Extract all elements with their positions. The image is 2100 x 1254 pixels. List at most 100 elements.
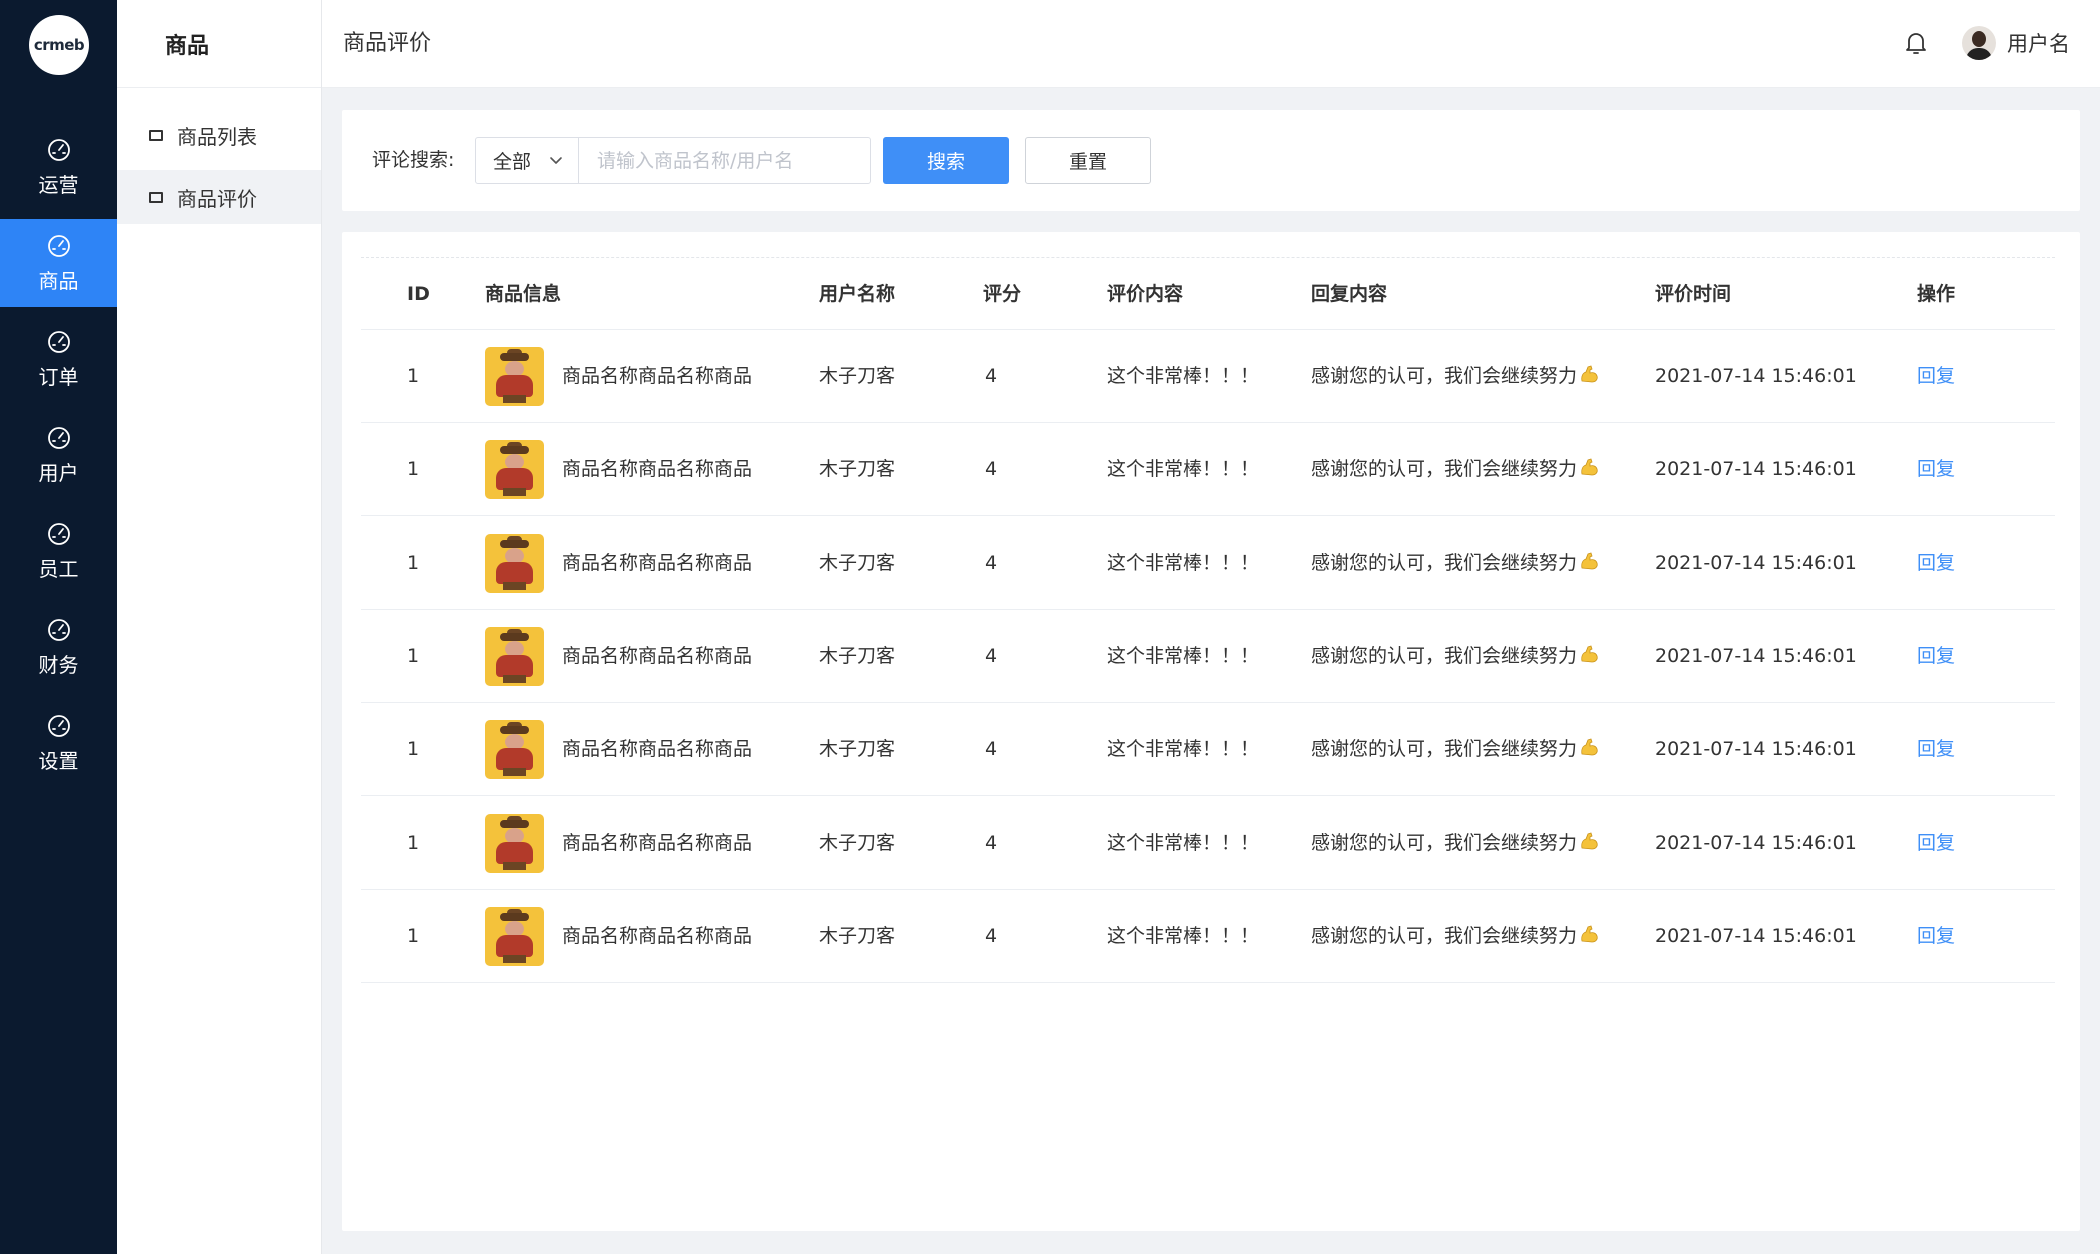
col-reply: 回复内容 xyxy=(1311,283,1388,305)
window-icon xyxy=(149,129,163,141)
cell-reply: 感谢您的认可，我们会继续努力 xyxy=(1311,610,1599,703)
cell-time: 2021-07-14 15:46:01 xyxy=(1655,458,1857,481)
product-thumbnail[interactable] xyxy=(485,533,544,593)
reply-text: 感谢您的认可，我们会继续努力 xyxy=(1311,924,1578,947)
cell-username: 木子刀客 xyxy=(819,644,896,667)
product-thumbnail[interactable] xyxy=(485,720,544,780)
cell-username: 木子刀客 xyxy=(819,738,896,761)
reply-text: 感谢您的认可，我们会继续努力 xyxy=(1311,365,1578,387)
reply-link[interactable]: 回复 xyxy=(1917,703,1955,796)
table-row: 1 商品名称商品名称商品 木子刀客 4 这个非常棒！！！ 感谢您的认可，我们会继续努力 20… xyxy=(361,423,2055,517)
rail-item-label: 财务 xyxy=(38,652,79,677)
cell-score: 4 xyxy=(985,738,998,761)
product-thumbnail[interactable] xyxy=(485,347,544,406)
cell-product-name: 商品名称商品名称商品 xyxy=(562,924,753,947)
col-time: 评价时间 xyxy=(1655,283,1732,305)
reply-text: 感谢您的认可，我们会继续努力 xyxy=(1311,738,1578,761)
cell-reply: 感谢您的认可，我们会继续努力 xyxy=(1311,330,1599,423)
col-score: 评分 xyxy=(983,283,1022,305)
cell-product-name: 商品名称商品名称商品 xyxy=(562,365,753,387)
table-header: ID 商品信息 用户名称 评分 评价内容 回复内容 评价时间 操作 xyxy=(361,258,2055,330)
cell-time: 2021-07-14 15:46:01 xyxy=(1655,644,1857,667)
search-button[interactable]: 搜索 xyxy=(883,137,1009,184)
cell-score: 4 xyxy=(985,458,998,481)
cell-time: 2021-07-14 15:46:01 xyxy=(1655,831,1857,854)
table-row: 1 商品名称商品名称商品 木子刀客 4 这个非常棒！！！ 感谢您的认可，我们会继续努力 20… xyxy=(361,703,2055,797)
rail-item-label: 用户 xyxy=(38,460,79,485)
rail-item[interactable]: 运营 xyxy=(0,123,117,211)
search-label: 评论搜索: xyxy=(372,149,455,171)
rail-item[interactable]: 订单 xyxy=(0,315,117,403)
cell-score: 4 xyxy=(985,365,998,387)
rail-item[interactable]: 设置 xyxy=(0,699,117,787)
reply-link[interactable]: 回复 xyxy=(1917,797,1955,890)
table-row: 1 商品名称商品名称商品 木子刀客 4 这个非常棒！！！ 感谢您的认可，我们会继续努力 20… xyxy=(361,330,2055,423)
submenu-item[interactable]: 商品列表 xyxy=(117,108,321,162)
window-icon xyxy=(149,191,163,203)
crmeb-logo[interactable]: crmeb xyxy=(29,15,89,75)
product-thumbnail[interactable] xyxy=(485,813,544,873)
bell-icon[interactable] xyxy=(1904,30,1928,56)
rail-item-label: 订单 xyxy=(38,364,79,389)
cell-username: 木子刀客 xyxy=(819,924,896,947)
cell-id: 1 xyxy=(407,365,420,387)
cell-username: 木子刀客 xyxy=(819,551,896,574)
reply-link[interactable]: 回复 xyxy=(1917,610,1955,703)
submenu-item-label: 商品评价 xyxy=(177,186,257,211)
cell-reply: 感谢您的认可，我们会继续努力 xyxy=(1311,797,1599,890)
gauge-icon xyxy=(47,522,70,545)
search-type-select[interactable]: 全部 xyxy=(475,137,579,184)
flexed-biceps-emoji xyxy=(1581,831,1598,849)
reply-link[interactable]: 回复 xyxy=(1917,330,1955,423)
submenu-item[interactable]: 商品评价 xyxy=(117,170,321,224)
product-thumbnail[interactable] xyxy=(485,906,544,966)
username-label[interactable]: 用户名 xyxy=(2007,0,2070,88)
product-thumbnail[interactable] xyxy=(485,626,544,686)
gauge-icon xyxy=(47,330,70,353)
gauge-icon xyxy=(47,714,70,737)
cell-comment: 这个非常棒！！！ xyxy=(1107,365,1260,387)
cell-time: 2021-07-14 15:46:01 xyxy=(1655,365,1857,387)
reply-link[interactable]: 回复 xyxy=(1917,517,1955,610)
cell-time: 2021-07-14 15:46:01 xyxy=(1655,738,1857,761)
main-nav-rail: crmeb 运营商品订单用户员工财务设置 xyxy=(0,0,117,1254)
cell-comment: 这个非常棒！！！ xyxy=(1107,551,1260,574)
cell-id: 1 xyxy=(407,458,420,481)
cell-time: 2021-07-14 15:46:01 xyxy=(1655,551,1857,574)
sub-nav-menu: 商品 商品列表 商品评价 xyxy=(117,0,322,1254)
rail-item[interactable]: 财务 xyxy=(0,603,117,691)
cell-score: 4 xyxy=(985,551,998,574)
flexed-biceps-emoji xyxy=(1581,365,1598,383)
gauge-icon xyxy=(47,618,70,641)
rail-item[interactable]: 用户 xyxy=(0,411,117,499)
flexed-biceps-emoji xyxy=(1581,925,1598,943)
reply-text: 感谢您的认可，我们会继续努力 xyxy=(1311,644,1578,667)
rail-item[interactable]: 员工 xyxy=(0,507,117,595)
rail-item-label: 运营 xyxy=(38,172,79,197)
cell-id: 1 xyxy=(407,551,420,574)
cell-time: 2021-07-14 15:46:01 xyxy=(1655,924,1857,947)
reset-button[interactable]: 重置 xyxy=(1025,137,1151,184)
cell-username: 木子刀客 xyxy=(819,365,896,387)
col-comment: 评价内容 xyxy=(1107,283,1184,305)
reply-text: 感谢您的认可，我们会继续努力 xyxy=(1311,551,1578,574)
gauge-icon xyxy=(47,138,70,161)
cell-comment: 这个非常棒！！！ xyxy=(1107,924,1260,947)
cell-score: 4 xyxy=(985,644,998,667)
reply-link[interactable]: 回复 xyxy=(1917,890,1955,983)
product-thumbnail[interactable] xyxy=(485,440,544,500)
flexed-biceps-emoji xyxy=(1581,458,1598,476)
cell-reply: 感谢您的认可，我们会继续努力 xyxy=(1311,423,1599,516)
rail-item-label: 员工 xyxy=(38,556,79,581)
cell-product-name: 商品名称商品名称商品 xyxy=(562,738,753,761)
cell-product-name: 商品名称商品名称商品 xyxy=(562,644,753,667)
cell-id: 1 xyxy=(407,738,420,761)
search-panel: 评论搜索: 全部 搜索 重置 xyxy=(342,110,2080,211)
search-input[interactable] xyxy=(578,137,871,184)
cell-score: 4 xyxy=(985,924,998,947)
user-avatar[interactable] xyxy=(1962,26,1996,60)
rail-item[interactable]: 商品 xyxy=(0,219,117,307)
col-action: 操作 xyxy=(1917,283,1956,305)
table-row: 1 商品名称商品名称商品 木子刀客 4 这个非常棒！！！ 感谢您的认可，我们会继续努力 20… xyxy=(361,890,2055,983)
reply-link[interactable]: 回复 xyxy=(1917,423,1955,516)
